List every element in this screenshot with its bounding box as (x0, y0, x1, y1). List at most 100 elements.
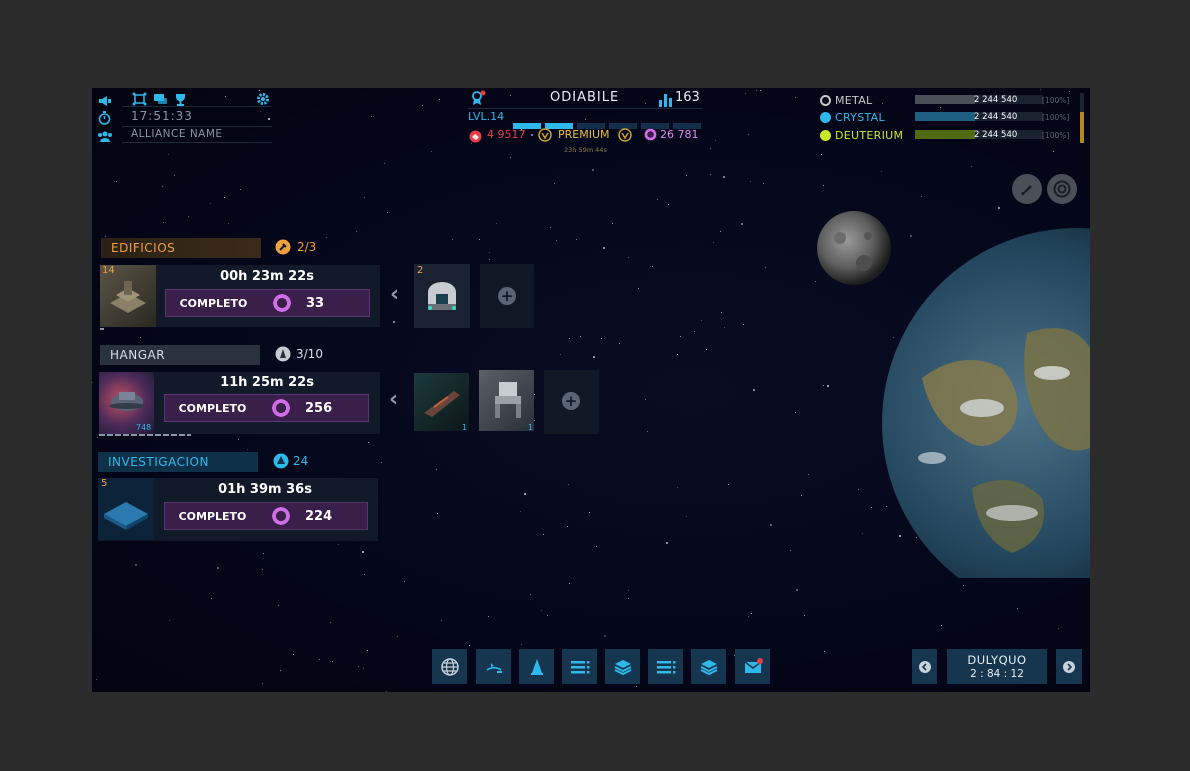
achievement-icon[interactable] (470, 90, 486, 110)
fleet-icon[interactable] (476, 649, 511, 684)
star (604, 634, 607, 637)
alliance-name[interactable]: ALLIANCE NAME (131, 128, 223, 140)
star (575, 239, 577, 241)
complete-cost: 256 (305, 400, 333, 416)
star (386, 212, 388, 214)
chevron-left-icon (918, 660, 931, 673)
ship-icon (275, 346, 291, 366)
globe-icon[interactable] (432, 649, 467, 684)
star (469, 645, 471, 647)
queued-ship-slot-1[interactable] (414, 373, 469, 431)
star (713, 241, 715, 243)
edificios-count: 2/3 (297, 240, 317, 254)
chevron-left-icon[interactable]: ‹ (389, 387, 398, 412)
queued-ship-slot-2[interactable] (479, 370, 534, 431)
star (509, 94, 511, 96)
star (637, 287, 639, 289)
star (227, 223, 229, 225)
star (547, 614, 549, 616)
next-planet-button[interactable] (1056, 649, 1082, 684)
plus-icon: + (498, 287, 516, 305)
settings-gear-icon[interactable] (256, 91, 270, 110)
star (807, 474, 809, 476)
chevron-left-icon[interactable]: ‹ (390, 282, 399, 307)
prev-planet-button[interactable] (912, 649, 937, 684)
hangar-label[interactable]: HANGAR (100, 345, 260, 365)
star (116, 181, 118, 183)
mail-icon[interactable] (735, 649, 770, 684)
empty-ship-slot[interactable]: + (544, 370, 599, 434)
recycle-icon (272, 293, 292, 313)
recycle-icon (271, 398, 291, 418)
star (531, 133, 534, 136)
edificios-timer: 00h 23m 22s (220, 269, 314, 284)
planet-selector[interactable]: DULYQUO 2 : 84 : 12 (947, 649, 1047, 684)
resource-crystal[interactable]: CRYSTAL (820, 110, 885, 124)
star (803, 614, 805, 616)
resource-deuterium[interactable]: DEUTERIUM (820, 128, 903, 142)
star (628, 589, 630, 591)
star (403, 581, 405, 583)
ships-icon[interactable] (519, 649, 554, 684)
resource-percent: [100%] (1042, 96, 1070, 105)
star (579, 335, 581, 337)
investigacion-timer: 01h 39m 36s (218, 482, 312, 497)
investigacion-label[interactable]: INVESTIGACION (98, 452, 258, 472)
star (358, 665, 360, 667)
purple-currency-icon (644, 128, 657, 141)
star (1069, 91, 1071, 93)
star (534, 393, 536, 395)
recycle-icon (271, 506, 291, 526)
star (384, 162, 386, 164)
star (260, 110, 262, 112)
star (261, 568, 263, 570)
star (240, 189, 242, 191)
star (652, 266, 654, 268)
star (381, 462, 383, 464)
chat-icon[interactable] (153, 91, 168, 110)
star (880, 170, 882, 172)
star (727, 483, 729, 485)
layers-icon[interactable] (605, 649, 640, 684)
star (338, 543, 340, 545)
star (139, 337, 141, 338)
empty-building-slot[interactable]: + (480, 264, 534, 328)
trophy-icon[interactable] (174, 91, 187, 110)
star (163, 221, 165, 223)
edificios-complete-button[interactable]: COMPLETO 33 (165, 289, 370, 317)
brush-icon[interactable] (1012, 174, 1042, 204)
star (550, 226, 552, 228)
investigacion-complete-button[interactable]: COMPLETO 224 (164, 502, 368, 530)
star (225, 95, 227, 97)
star (635, 685, 637, 687)
hangar-complete-button[interactable]: COMPLETO 256 (164, 394, 369, 422)
star (721, 311, 723, 313)
edificios-label[interactable]: EDIFICIOS (101, 238, 261, 258)
resource-metal[interactable]: METAL (820, 93, 872, 107)
star (723, 176, 726, 179)
star (223, 197, 225, 199)
list2-icon[interactable] (648, 649, 683, 684)
alliance-icon[interactable] (97, 128, 113, 147)
list-icon[interactable] (562, 649, 597, 684)
target-icon[interactable] (1047, 174, 1077, 204)
resource-name: METAL (835, 93, 873, 107)
premium-label[interactable]: PREMIUM (558, 128, 610, 141)
star (569, 338, 571, 340)
star (801, 495, 803, 497)
star (700, 320, 702, 322)
star (657, 198, 659, 200)
galaxy-icon[interactable] (132, 91, 147, 110)
planet-coords: 2 : 84 : 12 (970, 668, 1024, 680)
complete-label: COMPLETO (178, 509, 247, 523)
megaphone-icon[interactable] (98, 92, 112, 111)
layers2-icon[interactable] (691, 649, 726, 684)
star (686, 174, 688, 176)
star (396, 636, 398, 638)
star (560, 354, 562, 356)
ship-quantity: 748 (136, 423, 152, 432)
star (680, 336, 682, 338)
player-name[interactable]: ODIABILE (550, 90, 619, 105)
star (1052, 151, 1054, 153)
star (645, 102, 647, 104)
